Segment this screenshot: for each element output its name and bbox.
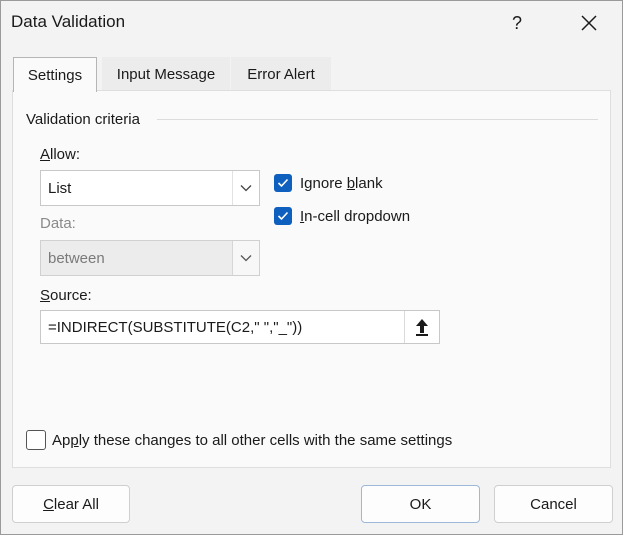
allow-label-accesskey: A (40, 146, 51, 163)
data-label: Data: (40, 215, 76, 232)
allow-label-rest: llow: (50, 146, 81, 163)
collapse-dialog-button[interactable] (404, 311, 439, 343)
allow-value: List (48, 179, 72, 197)
ignore-blank-accesskey: b (346, 174, 356, 192)
allow-dropdown[interactable]: List (40, 170, 260, 206)
tab-settings-label: Settings (27, 66, 83, 84)
dialog-title: Data Validation (11, 12, 126, 31)
source-value[interactable]: =INDIRECT(SUBSTITUTE(C2," ","_")) (41, 319, 404, 336)
ok-button[interactable]: OK (361, 485, 480, 523)
source-input[interactable]: =INDIRECT(SUBSTITUTE(C2," ","_")) (40, 310, 440, 344)
source-label-accesskey: S (40, 287, 51, 304)
apply-all-accesskey: p (70, 431, 79, 449)
cancel-button[interactable]: Cancel (494, 485, 613, 523)
clear-all-label: lear All (53, 495, 99, 513)
in-cell-dropdown-checkbox[interactable]: In-cell dropdown (274, 207, 410, 225)
cancel-label: Cancel (530, 495, 577, 513)
apply-all-checkbox[interactable]: Apply these changes to all other cells w… (26, 430, 452, 450)
close-button[interactable] (561, 1, 617, 45)
help-icon: ? (511, 12, 522, 33)
source-label: Source: (40, 287, 92, 304)
group-divider (157, 119, 598, 120)
tab-error-alert-label: Error Alert (247, 65, 315, 83)
ok-label: OK (409, 495, 432, 513)
ignore-blank-checkbox[interactable]: Ignore blank (274, 174, 383, 192)
clear-all-accesskey: C (43, 495, 54, 513)
tab-settings[interactable]: Settings (13, 57, 97, 92)
ignore-blank-box[interactable] (274, 174, 292, 192)
settings-panel (12, 90, 611, 468)
help-button[interactable]: ? (489, 1, 545, 45)
allow-label: Allow: (40, 146, 80, 163)
apply-all-box[interactable] (26, 430, 46, 450)
arrow-up-icon (416, 319, 428, 336)
data-dropdown: between (40, 240, 260, 276)
apply-all-label-pre: Ap (52, 431, 71, 449)
ignore-blank-label-post: lank (355, 174, 383, 192)
chevron-down-icon (240, 255, 252, 262)
apply-all-label-post: ly these changes to all other cells with… (78, 431, 453, 449)
in-cell-dropdown-label-post: n-cell dropdown (304, 207, 411, 225)
data-validation-dialog: Data Validation ? Settings Input Message… (0, 0, 623, 535)
allow-dropdown-toggle[interactable] (232, 171, 259, 205)
chevron-down-icon (240, 185, 252, 192)
ignore-blank-label: Ignore blank (300, 175, 383, 192)
data-value: between (48, 249, 105, 267)
tab-input-message-label: Input Message (116, 65, 216, 83)
in-cell-dropdown-box[interactable] (274, 207, 292, 225)
source-label-rest: ource: (50, 287, 92, 304)
checkmark-icon (277, 211, 289, 221)
validation-criteria-label: Validation criteria (26, 111, 140, 128)
apply-all-label: Apply these changes to all other cells w… (52, 432, 452, 449)
checkmark-icon (277, 178, 289, 188)
ignore-blank-label-pre: Ignore (300, 174, 347, 192)
data-dropdown-toggle (232, 241, 259, 275)
clear-all-button[interactable]: Clear All (12, 485, 130, 523)
in-cell-dropdown-label: In-cell dropdown (300, 208, 410, 225)
tab-error-alert[interactable]: Error Alert (231, 57, 331, 91)
close-icon (581, 15, 597, 31)
tab-input-message[interactable]: Input Message (102, 57, 230, 91)
title-bar: Data Validation ? (1, 1, 622, 45)
